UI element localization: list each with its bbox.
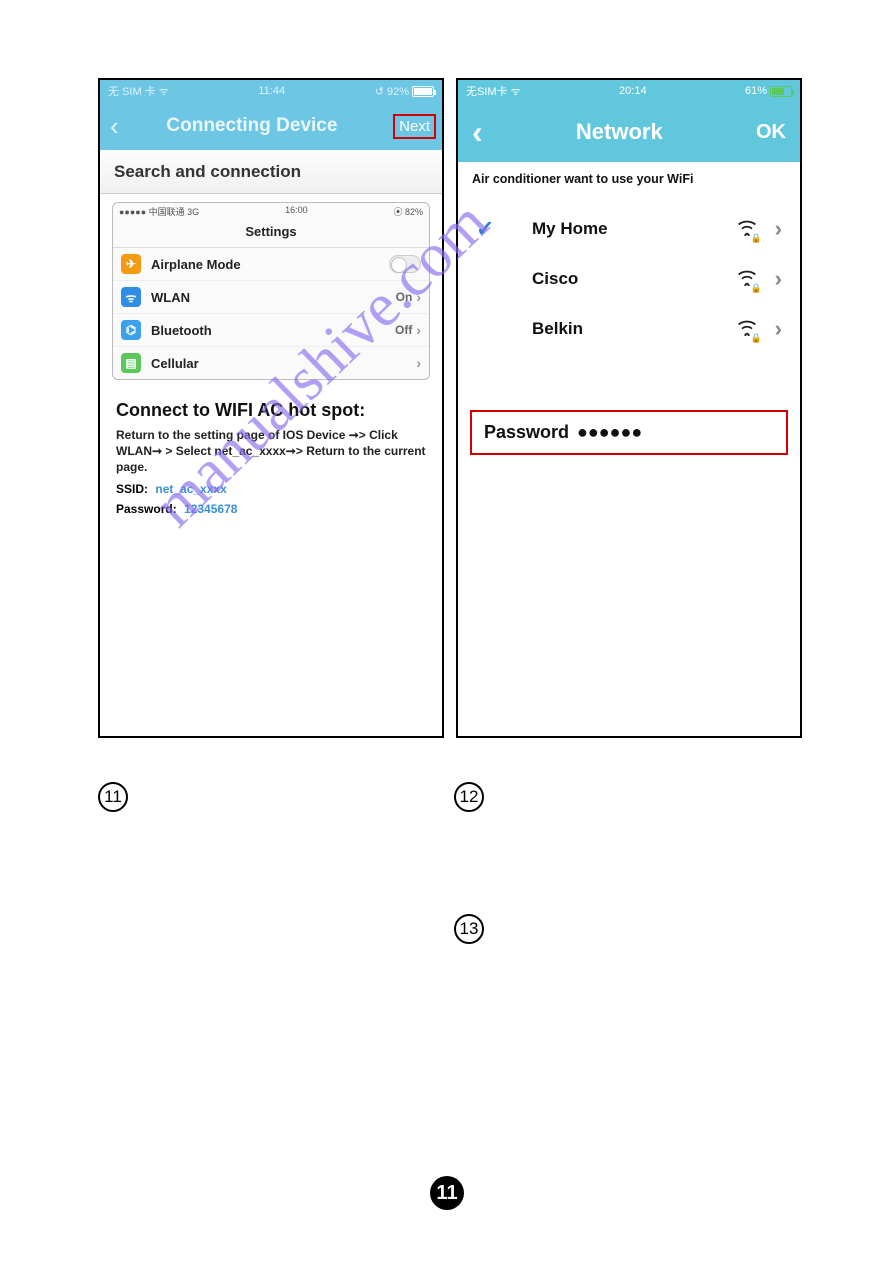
settings-row-cellular[interactable]: ▤ Cellular › bbox=[113, 347, 429, 379]
nav-title: Connecting Device bbox=[111, 115, 393, 137]
password-input[interactable]: Password ●●●●●● bbox=[470, 410, 788, 455]
back-icon[interactable]: ‹ bbox=[472, 114, 483, 151]
nav-bar: ‹ Connecting Device Next bbox=[100, 102, 442, 150]
page-number: 11 bbox=[430, 1176, 464, 1210]
settings-row-bluetooth[interactable]: ⌬ Bluetooth Off› bbox=[113, 314, 429, 347]
ssid-line: SSID: net_ac_xxxx bbox=[116, 482, 426, 496]
wifi-row-cisco[interactable]: Cisco 🔒 › bbox=[458, 254, 800, 304]
bluetooth-icon: ⌬ bbox=[121, 320, 141, 340]
subtitle: Air conditioner want to use your WiFi bbox=[458, 162, 800, 204]
wifi-lock-icon: 🔒 bbox=[737, 268, 757, 291]
status-bar: 无 SIM 卡 ᯤ 11:44 ↺ 92% bbox=[100, 80, 442, 102]
cellular-icon: ▤ bbox=[121, 353, 141, 373]
chevron-right-icon: › bbox=[416, 355, 421, 371]
ok-button[interactable]: OK bbox=[756, 121, 786, 144]
wifi-icon: ᯤ bbox=[121, 287, 141, 307]
status-time: 20:14 bbox=[619, 85, 647, 97]
password-dots: ●●●●●● bbox=[577, 422, 642, 443]
status-battery: 61% bbox=[745, 85, 792, 97]
chevron-right-icon: › bbox=[416, 289, 421, 305]
settings-row-wlan[interactable]: ᯤ WLAN On› bbox=[113, 281, 429, 314]
chevron-right-icon: › bbox=[775, 266, 782, 292]
search-connection-heading: Search and connection bbox=[100, 150, 442, 194]
password-label: Password bbox=[484, 422, 569, 443]
inner-status-bar: ●●●●● 中国联通 3G 16:00 ⦿ 82% bbox=[113, 203, 429, 220]
status-bar: 无SIM卡 ᯤ 20:14 61% bbox=[458, 80, 800, 102]
status-carrier: 无SIM卡 ᯤ bbox=[466, 83, 521, 99]
inner-settings-title: Settings bbox=[113, 220, 429, 248]
ios-settings-preview: ●●●●● 中国联通 3G 16:00 ⦿ 82% Settings ✈ Air… bbox=[112, 202, 430, 380]
wifi-lock-icon: 🔒 bbox=[737, 218, 757, 241]
chevron-right-icon: › bbox=[775, 216, 782, 242]
phone-left: 无 SIM 卡 ᯤ 11:44 ↺ 92% ‹ Connecting Devic… bbox=[98, 78, 444, 738]
chevron-right-icon: › bbox=[416, 322, 421, 338]
hotspot-text: Return to the setting page of IOS Device… bbox=[116, 427, 426, 476]
nav-title: Network bbox=[483, 119, 756, 145]
nav-bar: ‹ Network OK bbox=[458, 102, 800, 162]
hotspot-heading: Connect to WIFI AC hot spot: bbox=[116, 400, 426, 421]
wifi-lock-icon: 🔒 bbox=[737, 318, 757, 341]
wifi-row-myhome[interactable]: ✓ My Home 🔒 › bbox=[458, 204, 800, 254]
status-battery: ↺ 92% bbox=[375, 85, 434, 98]
airplane-icon: ✈ bbox=[121, 254, 141, 274]
next-button[interactable]: Next bbox=[393, 114, 436, 139]
wifi-row-belkin[interactable]: Belkin 🔒 › bbox=[458, 304, 800, 354]
chevron-right-icon: › bbox=[775, 316, 782, 342]
status-time: 11:44 bbox=[258, 85, 285, 97]
step-label-12: 12 bbox=[454, 782, 484, 812]
instructions-block: Connect to WIFI AC hot spot: Return to t… bbox=[100, 380, 442, 526]
status-carrier: 无 SIM 卡 ᯤ bbox=[108, 83, 169, 99]
airplane-switch[interactable] bbox=[389, 255, 421, 273]
check-icon: ✓ bbox=[476, 216, 506, 242]
password-line: Password: 12345678 bbox=[116, 502, 426, 516]
step-label-13: 13 bbox=[454, 914, 484, 944]
step-label-11: 11 bbox=[98, 782, 128, 812]
settings-row-airplane[interactable]: ✈ Airplane Mode bbox=[113, 248, 429, 281]
phone-right: 无SIM卡 ᯤ 20:14 61% ‹ Network OK Air condi… bbox=[456, 78, 802, 738]
